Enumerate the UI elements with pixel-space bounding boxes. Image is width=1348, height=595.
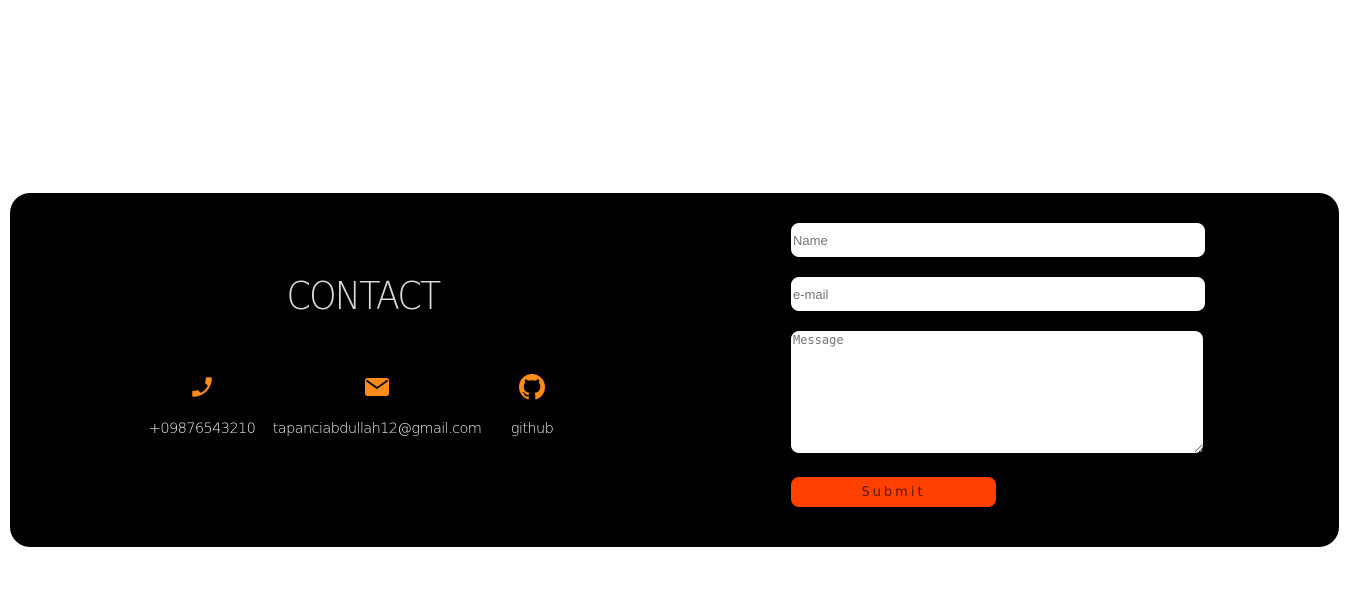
github-link[interactable]: github (511, 421, 554, 437)
contact-title: CONTACT (286, 274, 442, 318)
phone-icon (188, 373, 216, 401)
contact-section: CONTACT +09876543210 tapanciabdullah12@g… (10, 193, 1339, 547)
name-input[interactable] (791, 223, 1205, 257)
phone-number: +09876543210 (148, 421, 256, 437)
submit-button[interactable]: Submit (791, 477, 996, 507)
github-icon[interactable] (518, 373, 546, 401)
envelope-icon (363, 373, 391, 401)
contact-item-github[interactable]: github (494, 373, 570, 437)
message-textarea[interactable] (791, 331, 1203, 453)
email-input[interactable] (791, 277, 1205, 311)
contact-item-phone: +09876543210 (138, 373, 266, 437)
email-address: tapanciabdullah12@gmail.com (272, 421, 482, 437)
contact-item-email: tapanciabdullah12@gmail.com (272, 373, 482, 437)
